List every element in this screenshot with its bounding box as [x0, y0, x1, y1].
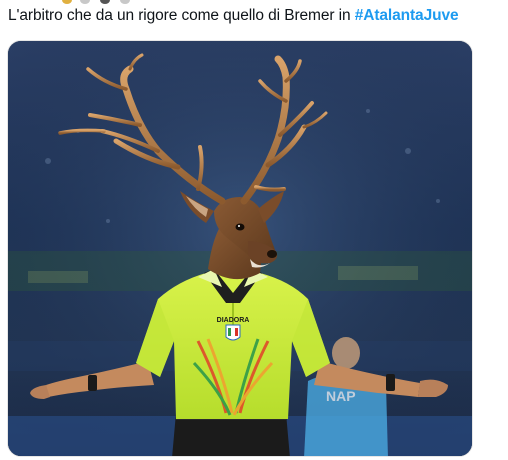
- shirt-brand-label: DIADORA: [217, 317, 250, 324]
- tweet: L'arbitro che da un rigore come quello d…: [0, 0, 508, 460]
- previous-tweet-edge: [0, 0, 508, 6]
- hashtag-link[interactable]: #AtalantaJuve: [355, 7, 459, 24]
- svg-text:NAP: NAP: [326, 388, 356, 404]
- tweet-text-body: L'arbitro che da un rigore come quello d…: [8, 7, 355, 24]
- italy-crest-icon: [225, 324, 241, 341]
- tweet-text: L'arbitro che da un rigore come quello d…: [8, 7, 459, 25]
- referee-deer-meme: NAP DIADORA: [8, 41, 472, 456]
- tweet-image[interactable]: NAP DIADORA: [7, 40, 473, 457]
